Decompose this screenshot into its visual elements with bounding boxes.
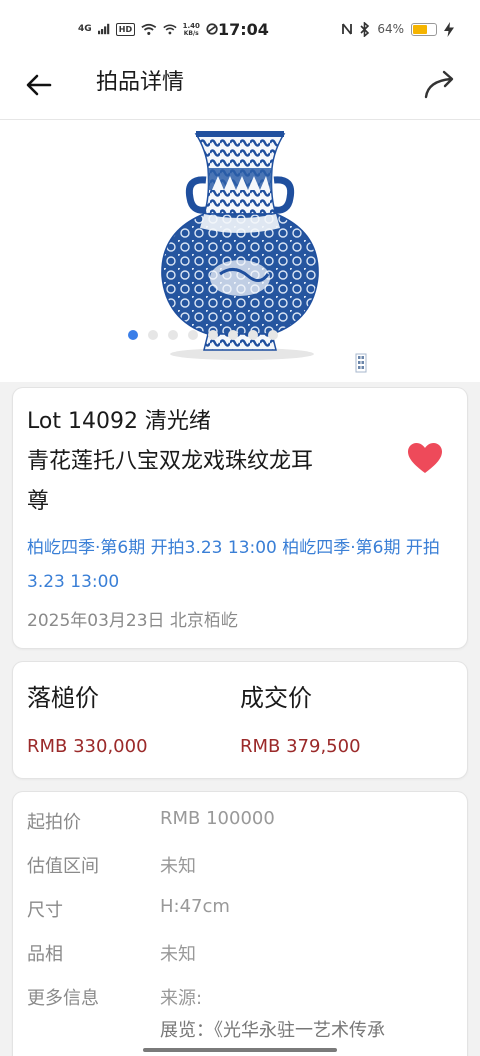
gallery-dot[interactable] (208, 330, 218, 340)
lot-details-card: 起拍价 RMB 100000 估值区间 未知 尺寸 H:47cm 品相 未知 更… (13, 792, 467, 1056)
detail-key: 尺寸 (27, 900, 63, 921)
detail-value: 未知 (160, 944, 196, 965)
detail-value: 来源: (160, 988, 203, 1009)
status-right: 64% (341, 21, 454, 37)
deal-price-label: 成交价 (240, 684, 312, 712)
battery-icon (411, 22, 437, 36)
lot-title: Lot 14092 清光绪 青花莲托八宝双龙戏珠纹龙耳 尊 (27, 402, 387, 522)
wifi-icon-2 (163, 23, 177, 34)
bluetooth-icon (360, 21, 370, 37)
battery-level (413, 24, 428, 34)
lot-title-line3: 尊 (27, 489, 50, 514)
signal-icon (97, 23, 109, 35)
share-button[interactable] (420, 64, 460, 104)
deal-price-value: RMB 379,500 (240, 736, 361, 757)
gallery-dot[interactable] (148, 330, 158, 340)
gallery-dot[interactable] (268, 330, 278, 340)
hd-badge: HD (115, 22, 136, 36)
detail-exhibition-text: 展览：《光华永驻一艺术传承 (160, 1020, 385, 1041)
data-saver-icon (206, 23, 218, 35)
deal-price: 成交价 RMB 379,500 (240, 678, 361, 760)
seal-mark-icon (355, 353, 367, 373)
app-header: 拍品详情 (0, 58, 480, 120)
detail-key: 估值区间 (27, 856, 99, 877)
gallery-indicator (128, 330, 278, 340)
gallery-dot[interactable] (168, 330, 178, 340)
detail-value: RMB 100000 (160, 808, 275, 829)
detail-value: 未知 (160, 856, 196, 877)
charging-icon (444, 21, 454, 37)
hammer-price-value: RMB 330,000 (27, 736, 148, 757)
price-card: 落槌价 RMB 330,000 成交价 RMB 379,500 (13, 662, 467, 778)
auction-date-location: 2025年03月23日 北京栢屹 (27, 611, 238, 631)
detail-value: H:47cm (160, 896, 230, 917)
share-icon (424, 70, 454, 99)
status-left: 4G HD 1.40 KB/s (78, 22, 218, 37)
lot-image-gallery[interactable] (0, 120, 480, 382)
back-button[interactable] (22, 68, 56, 102)
detail-key: 起拍价 (27, 812, 81, 833)
wifi-icon (141, 23, 157, 35)
favorite-heart-icon[interactable] (407, 440, 443, 476)
gallery-dot[interactable] (228, 330, 238, 340)
vase-image (161, 131, 319, 360)
nfc-icon (342, 23, 353, 35)
gesture-bar[interactable] (143, 1048, 337, 1052)
detail-key: 更多信息 (27, 988, 99, 1009)
auction-session-link[interactable]: 柏屹四季·第6期 开拍3.23 13:00 柏屹四季·第6期 开拍3.23 13… (27, 531, 457, 599)
lot-info-card: Lot 14092 清光绪 青花莲托八宝双龙戏珠纹龙耳 尊 柏屹四季·第6期 开… (13, 388, 467, 648)
lot-title-line1: Lot 14092 清光绪 (27, 409, 211, 434)
status-bar: 4G HD 1.40 KB/s 17:04 64% (0, 0, 480, 58)
gallery-dot[interactable] (128, 330, 138, 340)
gallery-dot[interactable] (188, 330, 198, 340)
hammer-price-label: 落槌价 (27, 684, 99, 712)
network-type: 4G (78, 23, 92, 34)
gallery-dot[interactable] (248, 330, 258, 340)
detail-key: 品相 (27, 944, 63, 965)
battery-percent: 64% (377, 22, 404, 36)
hammer-price: 落槌价 RMB 330,000 (27, 678, 148, 760)
net-speed: 1.40 KB/s (182, 21, 200, 37)
lot-title-line2: 青花莲托八宝双龙戏珠纹龙耳 (27, 449, 314, 474)
clock: 17:04 (218, 19, 269, 39)
arrow-left-icon (26, 74, 52, 96)
page-title: 拍品详情 (96, 70, 185, 95)
